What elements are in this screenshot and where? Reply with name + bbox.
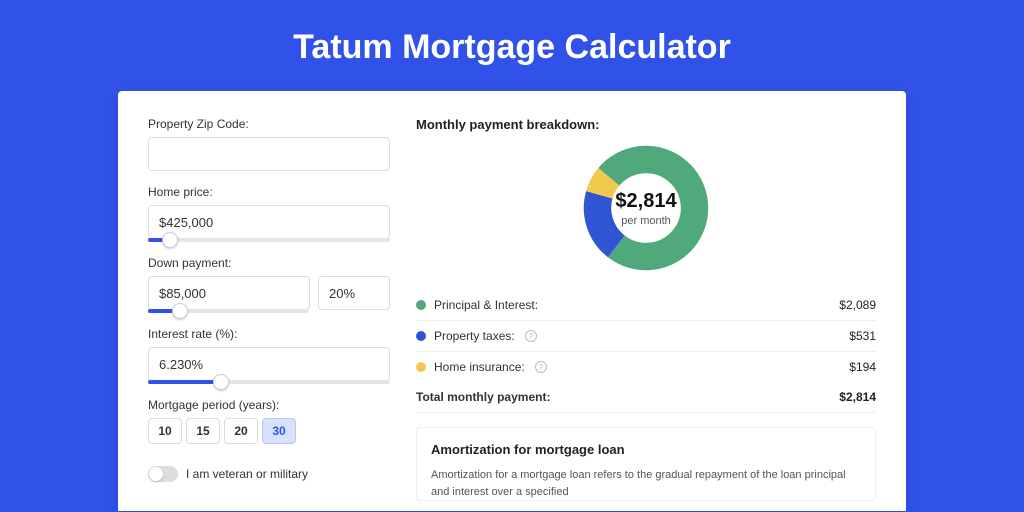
home-price-field-group: Home price: — [148, 185, 390, 242]
period-button-10[interactable]: 10 — [148, 418, 182, 444]
period-field-group: Mortgage period (years): 10152030 — [148, 398, 390, 444]
period-button-20[interactable]: 20 — [224, 418, 258, 444]
interest-rate-slider-thumb[interactable] — [213, 374, 229, 390]
home-price-input[interactable] — [148, 205, 390, 239]
legend-total-label: Total monthly payment: — [416, 390, 550, 404]
breakdown-column: Monthly payment breakdown: $2,814 per mo… — [416, 117, 876, 511]
legend-value: $194 — [849, 360, 876, 374]
legend-label: Home insurance: — [434, 360, 525, 374]
zip-field-group: Property Zip Code: — [148, 117, 390, 171]
period-label: Mortgage period (years): — [148, 398, 390, 412]
home-price-slider[interactable] — [148, 238, 390, 242]
donut-sub: per month — [621, 215, 671, 227]
legend-dot-icon — [416, 331, 426, 341]
donut-center: $2,814 per month — [582, 144, 710, 272]
legend-row: Principal & Interest: $2,089 — [416, 290, 876, 321]
breakdown-title: Monthly payment breakdown: — [416, 117, 876, 132]
zip-input[interactable] — [148, 137, 390, 171]
info-icon[interactable]: ? — [525, 330, 537, 342]
amortization-text: Amortization for a mortgage loan refers … — [431, 467, 861, 500]
amortization-box: Amortization for mortgage loan Amortizat… — [416, 427, 876, 501]
legend-label: Property taxes: — [434, 329, 515, 343]
legend-dot-icon — [416, 362, 426, 372]
period-button-15[interactable]: 15 — [186, 418, 220, 444]
down-payment-percent-input[interactable] — [318, 276, 390, 310]
veteran-toggle-label: I am veteran or military — [186, 467, 308, 481]
page-title: Tatum Mortgage Calculator — [0, 0, 1024, 91]
down-payment-slider[interactable] — [148, 309, 308, 313]
interest-rate-slider-fill — [148, 380, 221, 384]
donut-amount: $2,814 — [615, 190, 676, 213]
down-payment-amount-input[interactable] — [148, 276, 310, 310]
down-payment-label: Down payment: — [148, 256, 390, 270]
legend-label: Principal & Interest: — [434, 298, 538, 312]
zip-label: Property Zip Code: — [148, 117, 390, 131]
donut-chart-wrap: $2,814 per month — [416, 144, 876, 272]
legend-list: Principal & Interest: $2,089 Property taxe… — [416, 290, 876, 382]
home-price-slider-thumb[interactable] — [162, 232, 178, 248]
interest-rate-input[interactable] — [148, 347, 390, 381]
legend-total-value: $2,814 — [839, 390, 876, 404]
legend-dot-icon — [416, 300, 426, 310]
veteran-toggle-row: I am veteran or military — [148, 466, 390, 482]
period-button-group: 10152030 — [148, 418, 390, 444]
legend-row: Home insurance:? $194 — [416, 352, 876, 382]
inputs-column: Property Zip Code: Home price: Down paym… — [148, 117, 390, 511]
interest-rate-field-group: Interest rate (%): — [148, 327, 390, 384]
calculator-card: Property Zip Code: Home price: Down paym… — [118, 91, 906, 511]
amortization-title: Amortization for mortgage loan — [431, 442, 861, 457]
period-button-30[interactable]: 30 — [262, 418, 296, 444]
legend-total-row: Total monthly payment: $2,814 — [416, 382, 876, 413]
info-icon[interactable]: ? — [535, 361, 547, 373]
veteran-toggle-knob — [149, 467, 163, 481]
donut-chart: $2,814 per month — [582, 144, 710, 272]
legend-value: $531 — [849, 329, 876, 343]
veteran-toggle[interactable] — [148, 466, 178, 482]
interest-rate-label: Interest rate (%): — [148, 327, 390, 341]
legend-row: Property taxes:? $531 — [416, 321, 876, 352]
interest-rate-slider[interactable] — [148, 380, 390, 384]
down-payment-slider-thumb[interactable] — [172, 303, 188, 319]
down-payment-field-group: Down payment: — [148, 256, 390, 313]
home-price-label: Home price: — [148, 185, 390, 199]
legend-value: $2,089 — [839, 298, 876, 312]
